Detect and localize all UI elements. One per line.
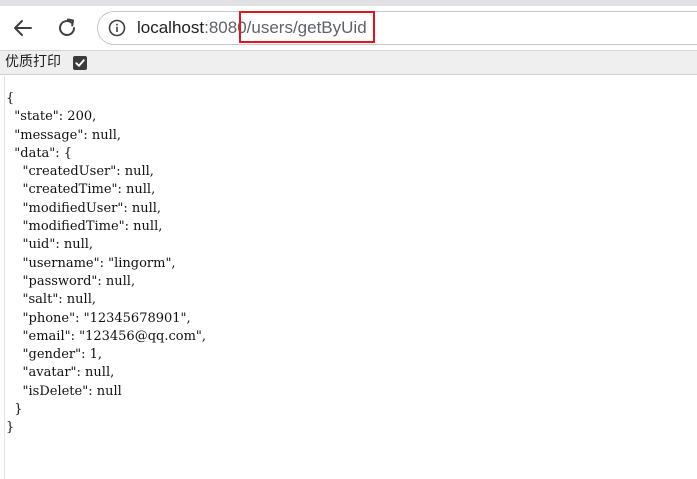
json-line: "uid": null,	[6, 237, 94, 253]
json-line: "modifiedTime": null,	[6, 219, 163, 235]
json-line: }	[6, 402, 23, 418]
json-line: "gender": 1,	[6, 347, 103, 363]
pretty-print-bar: 优质打印	[0, 51, 697, 75]
json-line: "createdTime": null,	[6, 182, 156, 198]
reload-button[interactable]	[53, 14, 81, 42]
pretty-print-label: 优质打印	[5, 54, 61, 70]
json-line: "modifiedUser": null,	[6, 200, 162, 216]
json-line: "salt": null,	[6, 292, 96, 308]
json-line: "createdUser": null,	[6, 164, 154, 180]
pretty-print-checkbox[interactable]	[73, 56, 87, 70]
json-line: {	[6, 91, 15, 106]
json-line: "avatar": null,	[6, 365, 115, 381]
json-line: "message": null,	[6, 127, 122, 143]
browser-window: localhost:8080/users/getByUid 优质打印 { "st…	[0, 0, 697, 479]
info-icon[interactable]	[108, 19, 126, 37]
url-host: localhost	[137, 18, 205, 37]
json-line: "phone": "12345678901",	[6, 310, 191, 326]
checkmark-icon	[75, 59, 85, 67]
url-port: :8080	[204, 18, 247, 37]
json-line: }	[6, 420, 15, 436]
url-path: /users/getByUid	[246, 18, 367, 37]
address-bar[interactable]: localhost:8080/users/getByUid	[97, 11, 697, 45]
reload-icon	[59, 18, 75, 36]
url-text[interactable]: localhost:8080/users/getByUid	[137, 18, 367, 38]
back-button[interactable]	[9, 14, 37, 42]
json-line: "email": "123456@qq.com",	[6, 328, 207, 344]
json-line: "password": null,	[6, 273, 136, 289]
browser-toolbar: localhost:8080/users/getByUid	[0, 6, 697, 50]
json-line: "state": 200,	[6, 109, 97, 125]
json-line: "isDelete": null	[6, 383, 122, 399]
json-line: "username": "lingorm",	[6, 255, 176, 271]
arrow-left-icon	[14, 20, 32, 36]
json-response-body: { "state": 200, "message": null, "data":…	[6, 90, 206, 438]
content-left-border	[4, 76, 5, 479]
json-line: "data": {	[6, 145, 73, 161]
